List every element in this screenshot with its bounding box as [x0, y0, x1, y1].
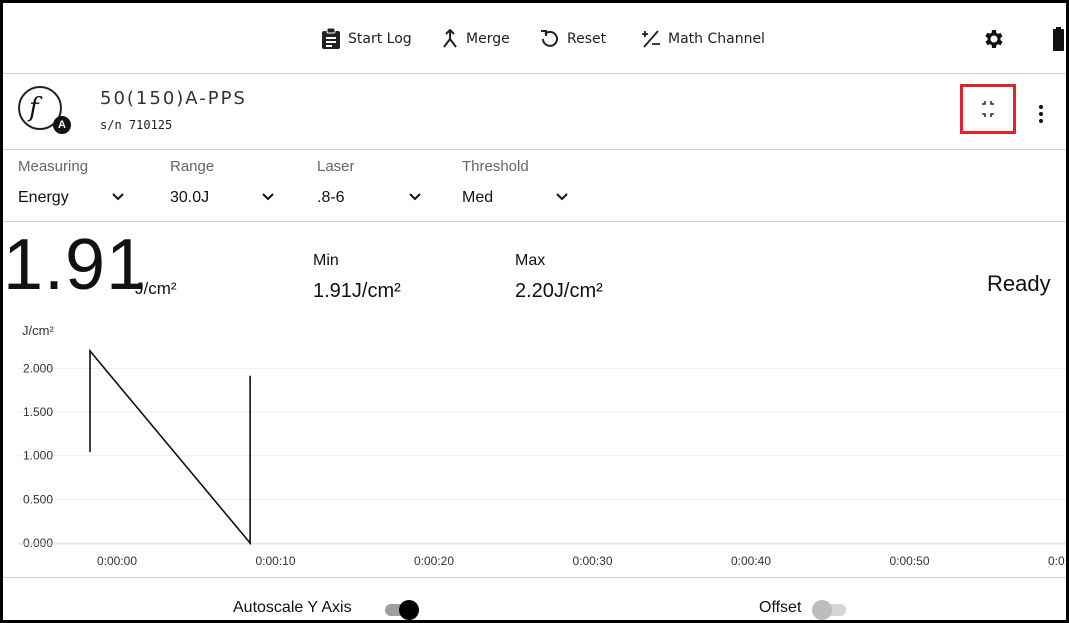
device-serial: s/n 710125 — [100, 118, 173, 132]
math-channel-button[interactable]: Math Channel — [641, 25, 765, 53]
device-badge: A — [53, 116, 71, 134]
x-tick-label: 0:00:50 — [889, 554, 929, 568]
autoscale-toggle[interactable] — [383, 599, 421, 620]
y-tick-label: 1.000 — [23, 449, 53, 463]
threshold-select[interactable]: Threshold Med — [462, 158, 568, 206]
threshold-label: Threshold — [462, 158, 529, 175]
data-point — [89, 350, 91, 352]
autoscale-toggle-knob — [399, 600, 419, 620]
chevron-down-icon — [556, 193, 568, 201]
app-frame: Start Log Merge Reset Math Channel f 50(… — [0, 0, 1069, 623]
offset-toggle[interactable] — [812, 599, 850, 620]
max-label: Max — [515, 252, 546, 269]
math-channel-label: Math Channel — [668, 31, 765, 47]
measurement-unit: J/cm² — [135, 279, 177, 298]
battery-icon — [1053, 27, 1064, 51]
threshold-value: Med — [462, 189, 494, 206]
x-tick-label: 0:00:30 — [572, 554, 612, 568]
min-label: Min — [313, 252, 339, 269]
toolbar: Start Log Merge Reset Math Channel — [3, 3, 1066, 74]
x-tick-label: 0:00:40 — [731, 554, 771, 568]
y-tick-label: 0.500 — [23, 492, 53, 506]
merge-icon — [443, 29, 457, 48]
function-letter: f — [29, 93, 39, 123]
reset-label: Reset — [567, 31, 607, 47]
range-select[interactable]: Range 30.0J — [170, 158, 274, 206]
chevron-down-icon — [409, 193, 421, 201]
laser-value: .8-6 — [317, 189, 345, 206]
chevron-down-icon — [262, 193, 274, 201]
bottom-bar: Autoscale Y Axis Offset — [3, 577, 1066, 620]
exit-fullscreen-button[interactable] — [960, 84, 1016, 134]
reset-button[interactable]: Reset — [540, 25, 606, 53]
min-value: 1.91J/cm² — [313, 280, 401, 302]
offset-label: Offset — [759, 599, 802, 616]
y-tick-label: 2.000 — [23, 361, 53, 375]
measuring-select[interactable]: Measuring Energy — [18, 158, 124, 206]
max-value: 2.20J/cm² — [515, 280, 603, 302]
x-tick-label: 0:01:00 — [1048, 554, 1069, 568]
chart-y-axis-label: J/cm² — [22, 323, 54, 338]
x-tick-label: 0:00:00 — [97, 554, 137, 568]
more-vert-icon[interactable] — [1034, 104, 1048, 126]
y-tick-label: 1.500 — [23, 405, 53, 419]
chevron-down-icon — [112, 193, 124, 201]
data-point — [249, 375, 251, 378]
data-point — [89, 450, 91, 453]
gear-icon[interactable] — [981, 27, 1005, 51]
reset-icon — [541, 30, 558, 47]
laser-label: Laser — [317, 158, 355, 175]
plus-minus-icon — [642, 30, 660, 48]
clipboard-icon — [322, 28, 340, 49]
data-point — [89, 350, 91, 352]
device-row: f 50(150)A-PPS s/n 710125 — [3, 74, 1066, 150]
measurement-value: 1.91 — [3, 225, 148, 305]
laser-select[interactable]: Laser .8-6 — [317, 158, 421, 206]
x-tick-label: 0:00:10 — [255, 554, 295, 568]
data-point — [249, 542, 251, 544]
status-text: Ready — [987, 271, 1051, 296]
data-point — [249, 542, 251, 544]
range-value: 30.0J — [170, 189, 210, 206]
start-log-button[interactable]: Start Log — [321, 25, 412, 53]
merge-button[interactable]: Merge — [441, 25, 510, 53]
measuring-label: Measuring — [18, 158, 89, 175]
x-tick-label: 0:00:20 — [414, 554, 454, 568]
offset-toggle-knob — [812, 600, 832, 620]
exit-fullscreen-icon — [982, 101, 994, 117]
device-name: 50(150)A-PPS — [100, 88, 247, 109]
autoscale-label: Autoscale Y Axis — [233, 599, 352, 616]
series-line — [89, 348, 251, 546]
measuring-value: Energy — [18, 189, 69, 206]
settings-row: Measuring Energy Range 30.0J Laser .8-6 … — [3, 150, 1066, 222]
start-log-label: Start Log — [348, 31, 412, 47]
range-label: Range — [170, 158, 215, 175]
merge-label: Merge — [466, 31, 510, 47]
y-tick-label: 0.000 — [23, 536, 53, 550]
